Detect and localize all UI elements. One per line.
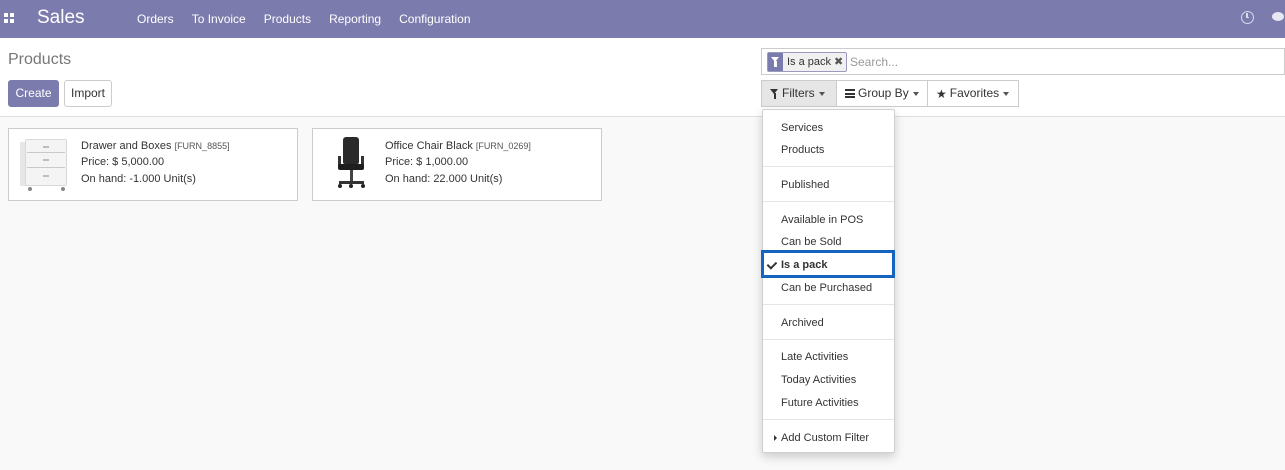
facet-remove-icon[interactable]: ✖ <box>834 53 846 71</box>
import-button[interactable]: Import <box>64 80 112 107</box>
main-menu: Orders To Invoice Products Reporting Con… <box>128 0 480 38</box>
menu-orders[interactable]: Orders <box>128 0 183 38</box>
search-facet: Is a pack ✖ <box>767 52 848 72</box>
add-custom-filter-label: Add Custom Filter <box>781 432 870 444</box>
menu-products[interactable]: Products <box>255 0 320 38</box>
product-code: [FURN_8855] <box>174 141 230 151</box>
filter-today-activities[interactable]: Today Activities <box>764 370 894 390</box>
drawer-cabinet-image <box>17 136 77 194</box>
star-icon: ★ <box>936 86 947 101</box>
filters-dropdown: Services Products Published Available in… <box>762 109 895 453</box>
search-input[interactable] <box>850 53 1270 71</box>
office-chair-image <box>321 136 381 194</box>
product-price: Price: $ 5,000.00 <box>81 156 165 168</box>
caret-down-icon <box>1003 91 1010 96</box>
dropdown-divider <box>763 166 894 167</box>
group-by-label: Group By <box>858 86 909 100</box>
filter-can-be-sold[interactable]: Can be Sold <box>764 232 894 252</box>
filter-can-be-purchased[interactable]: Can be Purchased <box>764 278 894 298</box>
selection-highlight-box <box>761 250 895 278</box>
filter-future-activities[interactable]: Future Activities <box>764 393 894 413</box>
add-custom-filter[interactable]: Add Custom Filter <box>764 428 894 448</box>
product-on-hand: On hand: -1.000 Unit(s) <box>81 173 196 185</box>
page-title: Products <box>8 51 72 68</box>
caret-down-icon <box>818 91 825 96</box>
group-by-button[interactable]: Group By <box>836 80 928 107</box>
caret-down-icon <box>912 91 919 96</box>
filter-published[interactable]: Published <box>764 175 894 195</box>
filter-products[interactable]: Products <box>764 140 894 160</box>
dropdown-divider <box>763 419 894 420</box>
apps-grid-icon[interactable] <box>4 13 15 24</box>
caret-right-icon <box>774 435 777 441</box>
product-name: Office Chair Black [FURN_0269] <box>385 140 531 152</box>
filter-available-in-pos[interactable]: Available in POS <box>764 210 894 230</box>
filter-late-activities[interactable]: Late Activities <box>764 347 894 367</box>
favorites-button[interactable]: ★ Favorites <box>927 80 1019 107</box>
filters-button[interactable]: Filters <box>761 80 837 107</box>
filter-funnel-icon <box>768 53 783 71</box>
menu-reporting[interactable]: Reporting <box>320 0 390 38</box>
menu-to-invoice[interactable]: To Invoice <box>183 0 255 38</box>
filter-archived[interactable]: Archived <box>764 313 894 333</box>
list-icon <box>845 89 855 99</box>
dropdown-divider <box>763 304 894 305</box>
search-box[interactable]: Is a pack ✖ <box>761 48 1285 75</box>
messaging-chat-icon[interactable] <box>1270 11 1285 24</box>
menu-configuration[interactable]: Configuration <box>390 0 479 38</box>
product-code: [FURN_0269] <box>475 141 531 151</box>
create-button[interactable]: Create <box>8 80 59 107</box>
favorites-label: Favorites <box>949 86 1000 100</box>
dropdown-divider <box>763 201 894 202</box>
product-on-hand: On hand: 22.000 Unit(s) <box>385 173 503 185</box>
product-card[interactable]: Office Chair Black [FURN_0269] Price: $ … <box>312 128 602 201</box>
dropdown-divider <box>763 339 894 340</box>
product-card[interactable]: Drawer and Boxes [FURN_8855] Price: $ 5,… <box>8 128 298 201</box>
facet-value: Is a pack <box>787 56 832 68</box>
control-panel: Products Create Import Is a pack ✖ Filte… <box>0 38 1285 117</box>
activity-clock-icon[interactable] <box>1241 11 1254 24</box>
top-navbar: Sales Orders To Invoice Products Reporti… <box>0 0 1285 38</box>
filter-services[interactable]: Services <box>764 118 894 138</box>
filters-label: Filters <box>782 86 815 100</box>
product-price: Price: $ 1,000.00 <box>385 156 469 168</box>
app-brand[interactable]: Sales <box>37 7 85 29</box>
product-name: Drawer and Boxes [FURN_8855] <box>81 140 230 152</box>
funnel-icon <box>770 88 779 99</box>
